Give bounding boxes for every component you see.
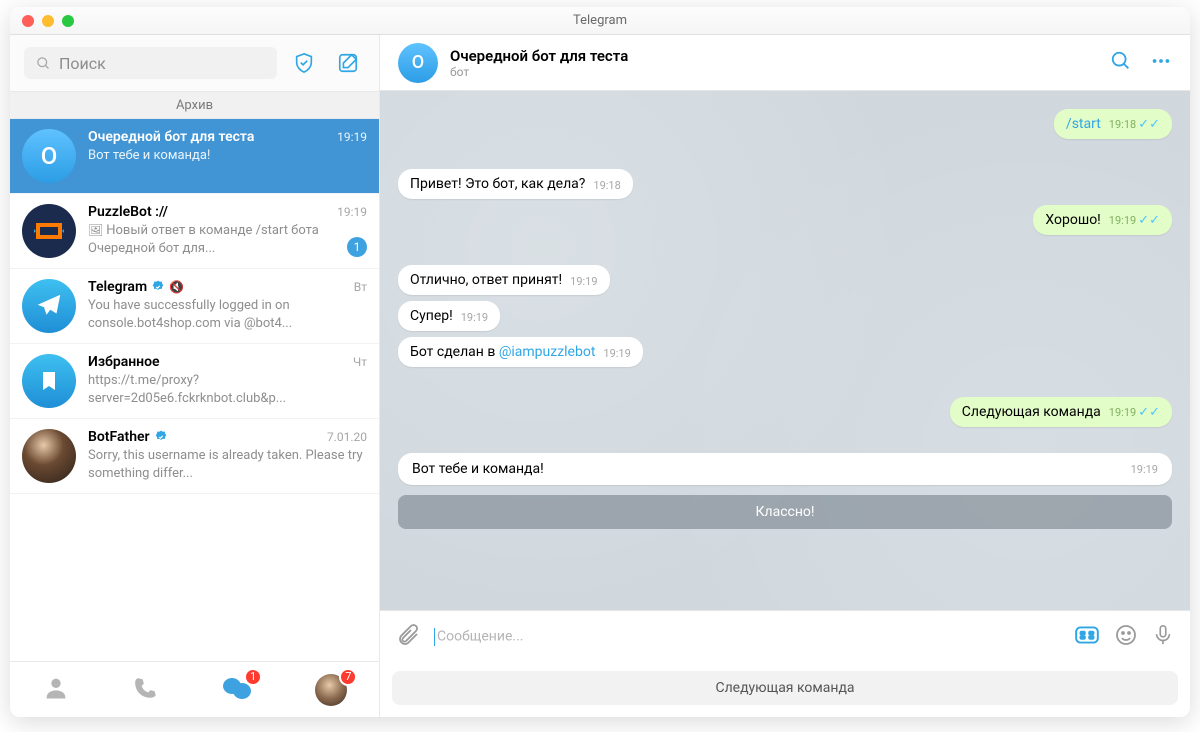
message-in[interactable]: Бот сделан в @iampuzzlebot19:19 bbox=[398, 337, 643, 367]
sidebar: Поиск Архив О Очередной бот для теста 19:… bbox=[10, 35, 380, 717]
smile-icon bbox=[1114, 623, 1138, 647]
message-out[interactable]: Следующая команда19:19✓✓ bbox=[950, 397, 1172, 427]
verified-icon bbox=[154, 430, 168, 444]
chat-time: Чт bbox=[353, 355, 367, 369]
message-out[interactable]: /start19:18✓✓ bbox=[1054, 109, 1172, 139]
voice-button[interactable] bbox=[1152, 623, 1174, 651]
chat-time: 19:19 bbox=[337, 130, 367, 144]
chat-name: Избранное bbox=[88, 354, 160, 370]
read-ticks-icon: ✓✓ bbox=[1138, 213, 1160, 228]
muted-icon: 🔇 bbox=[169, 280, 184, 294]
verified-icon bbox=[151, 280, 165, 294]
archive-row[interactable]: Архив bbox=[10, 91, 379, 119]
message-input[interactable]: Сообщение... bbox=[434, 628, 1060, 646]
search-icon bbox=[1110, 50, 1132, 72]
chat-header: О Очередной бот для теста бот bbox=[380, 35, 1190, 91]
tab-contacts[interactable] bbox=[42, 674, 70, 706]
bookmark-icon bbox=[37, 368, 61, 394]
message-in[interactable]: Отлично, ответ принят!19:19 bbox=[398, 265, 610, 295]
telegram-icon bbox=[34, 291, 64, 321]
chat-preview: 🖼Новый ответ в команде /start бота Очере… bbox=[88, 222, 341, 257]
avatar[interactable]: О bbox=[398, 43, 438, 83]
search-icon bbox=[36, 56, 51, 71]
read-ticks-icon: ✓✓ bbox=[1138, 405, 1160, 420]
unread-badge: 1 bbox=[347, 237, 367, 257]
mention-link[interactable]: @iampuzzlebot bbox=[499, 344, 596, 360]
chat-title: Очередной бот для теста bbox=[450, 47, 1098, 65]
chat-name: PuzzleBot :// bbox=[88, 204, 168, 220]
read-ticks-icon: ✓✓ bbox=[1138, 117, 1160, 132]
chat-preview: You have successfully logged in on conso… bbox=[88, 297, 367, 332]
chat-time: Вт bbox=[354, 280, 367, 294]
avatar bbox=[22, 204, 76, 258]
avatar bbox=[22, 429, 76, 483]
emoji-button[interactable] bbox=[1114, 623, 1138, 651]
avatar: О bbox=[22, 129, 76, 183]
chat-item[interactable]: PuzzleBot :// 19:19 🖼Новый ответ в команд… bbox=[10, 194, 379, 269]
compose-button[interactable] bbox=[331, 46, 365, 80]
avatar bbox=[22, 279, 76, 333]
chat-name: BotFather bbox=[88, 429, 168, 445]
search-input[interactable]: Поиск bbox=[24, 47, 277, 79]
chat-preview: https://t.me/proxy?server=2d05e6.fckrknb… bbox=[88, 372, 367, 407]
contact-icon bbox=[42, 674, 70, 702]
tab-badge: 7 bbox=[339, 668, 357, 686]
tab-chats[interactable]: 1 bbox=[222, 674, 252, 706]
tab-calls[interactable] bbox=[133, 675, 159, 705]
shield-check-icon bbox=[293, 52, 315, 74]
more-horizontal-icon bbox=[1150, 50, 1172, 72]
minimize-window[interactable] bbox=[42, 15, 54, 27]
paperclip-icon bbox=[396, 623, 420, 647]
avatar bbox=[22, 354, 76, 408]
maximize-window[interactable] bbox=[62, 15, 74, 27]
tab-settings[interactable]: 7 bbox=[315, 674, 347, 706]
chat-item[interactable]: Избранное Чт https://t.me/proxy?server=2d… bbox=[10, 344, 379, 419]
chat-time: 19:19 bbox=[337, 205, 367, 219]
chat-time: 7.01.20 bbox=[327, 430, 367, 444]
chat-item[interactable]: Telegram 🔇 Вт You have successfully logg… bbox=[10, 269, 379, 344]
phone-icon bbox=[133, 675, 159, 701]
chat-item-selected[interactable]: О Очередной бот для теста 19:19 Вот тебе … bbox=[10, 119, 379, 194]
compose-icon bbox=[337, 52, 359, 74]
chat-item[interactable]: BotFather 7.01.20 Sorry, this username i… bbox=[10, 419, 379, 494]
more-button[interactable] bbox=[1150, 50, 1172, 76]
chat-subtitle: бот bbox=[450, 65, 1098, 79]
inline-keyboard-button[interactable]: Классно! bbox=[398, 495, 1172, 529]
window-title: Telegram bbox=[10, 13, 1190, 28]
bottom-tabs: 1 7 bbox=[10, 661, 379, 717]
chat-preview: Sorry, this username is already taken. P… bbox=[88, 447, 367, 482]
message-in[interactable]: Супер!19:19 bbox=[398, 301, 500, 331]
keyboard-icon bbox=[1074, 622, 1100, 648]
chat-name: Telegram 🔇 bbox=[88, 279, 184, 295]
message-in[interactable]: Вот тебе и команда!19:19 bbox=[398, 453, 1172, 485]
bot-commands-button[interactable] bbox=[1074, 622, 1100, 652]
chat-name: Очередной бот для теста bbox=[88, 129, 254, 145]
reply-keyboard-button[interactable]: Следующая команда bbox=[392, 671, 1178, 705]
chat-list: О Очередной бот для теста 19:19 Вот тебе … bbox=[10, 119, 379, 661]
close-window[interactable] bbox=[22, 15, 34, 27]
attach-button[interactable] bbox=[396, 623, 420, 651]
chat-title-block[interactable]: Очередной бот для теста бот bbox=[450, 47, 1098, 79]
chat-preview: Вот тебе и команда! bbox=[88, 147, 367, 165]
message-in[interactable]: Привет! Это бот, как дела?19:18 bbox=[398, 169, 633, 199]
tab-badge: 1 bbox=[244, 668, 262, 686]
messages-pane[interactable]: /start19:18✓✓ Привет! Это бот, как дела?… bbox=[380, 91, 1190, 610]
search-in-chat-button[interactable] bbox=[1110, 50, 1132, 76]
search-placeholder: Поиск bbox=[59, 54, 106, 73]
microphone-icon bbox=[1152, 623, 1174, 647]
proxy-shield-button[interactable] bbox=[287, 46, 321, 80]
titlebar: Telegram bbox=[10, 7, 1190, 35]
message-out[interactable]: Хорошо!19:19✓✓ bbox=[1033, 205, 1172, 235]
